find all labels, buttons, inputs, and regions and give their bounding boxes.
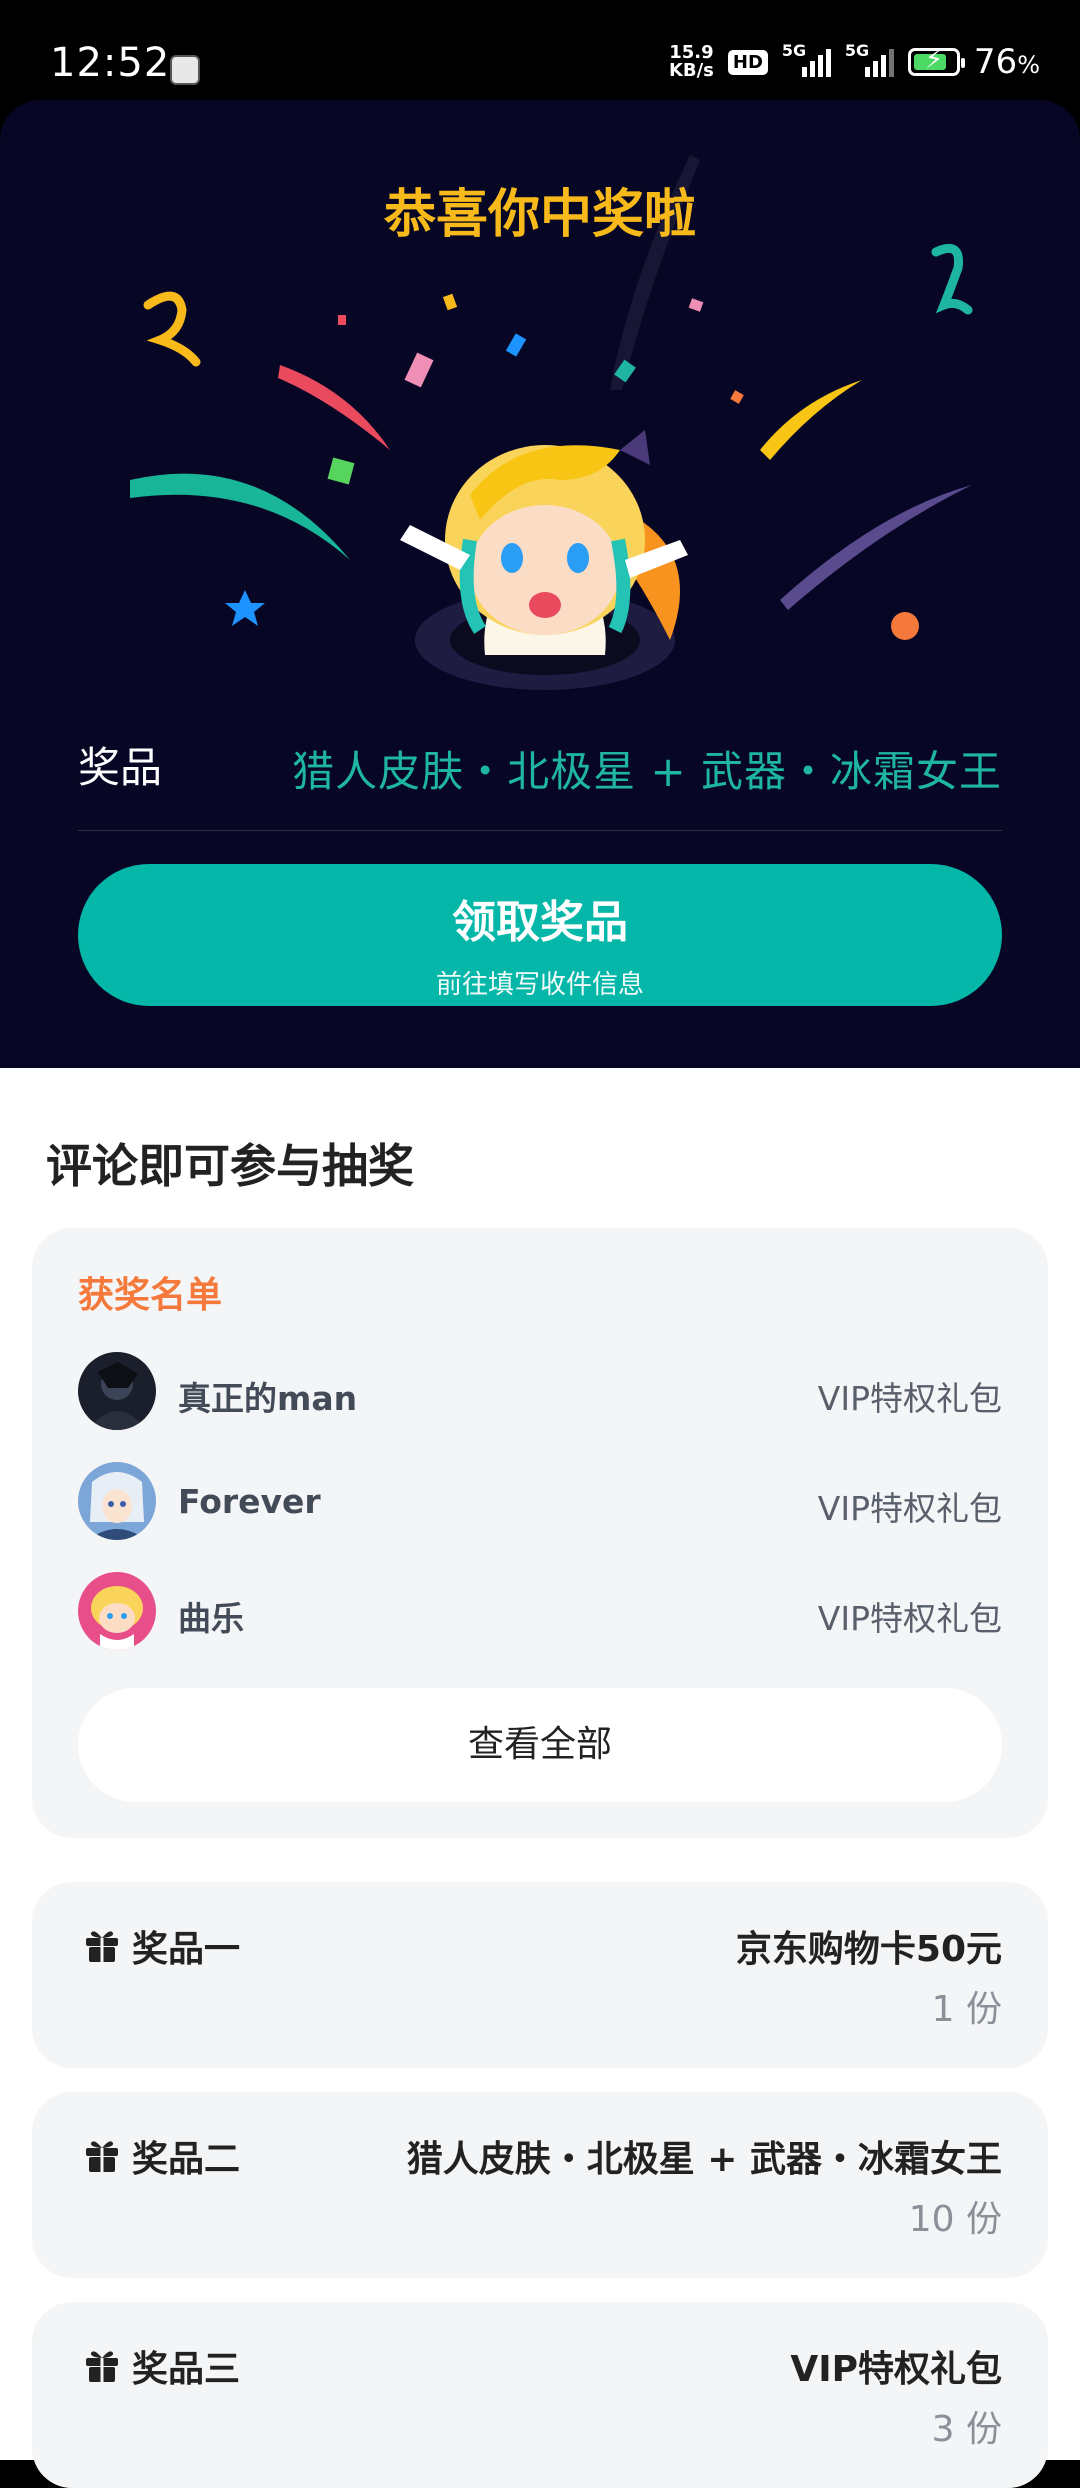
winner-prize: VIP特权礼包 (817, 1379, 1002, 1418)
status-time: 12:52 (50, 40, 171, 86)
hd-voice-icon: HD (727, 49, 768, 75)
app-notification-icon (170, 55, 200, 85)
win-title: 恭喜你中奖啦 (383, 185, 696, 245)
battery-icon: ⚡ (907, 45, 965, 76)
winner-row[interactable]: 真正的man VIP特权礼包 (78, 1352, 1002, 1432)
claim-button-subtitle: 前往填写收件信息 (435, 970, 644, 1000)
lottery-content: 评论即可参与抽奖 获奖名单 真正的man VIP特权礼包 Forever VIP… (0, 1068, 1080, 2488)
winners-card: 获奖名单 真正的man VIP特权礼包 Forever VIP特权礼包 曲乐 V… (32, 1228, 1048, 1838)
won-prize-row: 奖品 猎人皮肤・北极星 + 武器・冰霜女王 (78, 720, 1002, 831)
status-indicators: 15.9 KB/s HD 5G 5G ⚡ 76% (668, 41, 1040, 82)
prize-card: 奖品二 猎人皮肤・北极星 + 武器・冰霜女王 10 份 (32, 2092, 1048, 2278)
win-hero-card: 恭喜你中奖啦 奖品 猎人皮肤・北极星 + 武器・冰霜女王 领取奖品 前往填写收件… (0, 100, 1080, 1070)
prize-card: 奖品三 VIP特权礼包 3 份 (32, 2302, 1048, 2488)
prize-name: 奖品一 (132, 1929, 241, 1970)
winner-prize: VIP特权礼包 (817, 1599, 1002, 1638)
prize-item: 京东购物卡50元 (735, 1929, 1002, 1970)
avatar (78, 1352, 156, 1430)
prize-quantity: 1 份 (931, 1989, 1002, 2030)
prize-name: 奖品三 (132, 2349, 241, 2390)
status-bar: 12:52 15.9 KB/s HD 5G 5G ⚡ 76% (0, 0, 1080, 100)
winners-title: 获奖名单 (78, 1275, 223, 1316)
claim-button-label: 领取奖品 (452, 897, 628, 948)
battery-percent: 76% (973, 42, 1040, 82)
prize-name: 奖品二 (132, 2139, 241, 2180)
prize-card: 奖品一 京东购物卡50元 1 份 (32, 1882, 1048, 2068)
avatar (78, 1462, 156, 1540)
prize-item: VIP特权礼包 (790, 2349, 1002, 2390)
prize-value: 猎人皮肤・北极星 + 武器・冰霜女王 (292, 747, 1002, 796)
network-speed: 15.9 KB/s (668, 42, 714, 81)
winner-prize: VIP特权礼包 (817, 1489, 1002, 1528)
view-all-button[interactable]: 查看全部 (78, 1688, 1002, 1802)
prize-item: 猎人皮肤・北极星 + 武器・冰霜女王 (406, 2139, 1002, 2180)
avatar (78, 1572, 156, 1650)
winner-name: 真正的man (178, 1379, 358, 1418)
prize-quantity: 10 份 (908, 2199, 1002, 2240)
gift-icon (86, 1931, 118, 1962)
claim-prize-button[interactable]: 领取奖品 前往填写收件信息 (78, 864, 1002, 1006)
signal-icon: 5G (782, 41, 831, 77)
gift-icon (86, 2351, 118, 2382)
section-title: 评论即可参与抽奖 (46, 1139, 414, 1193)
winner-name: 曲乐 (178, 1599, 244, 1638)
prize-quantity: 3 份 (931, 2409, 1002, 2450)
winner-row[interactable]: Forever VIP特权礼包 (78, 1462, 1002, 1542)
gift-icon (86, 2141, 118, 2172)
prize-label: 奖品 (78, 743, 163, 792)
signal-icon-2: 5G (845, 41, 894, 77)
winner-row[interactable]: 曲乐 VIP特权礼包 (78, 1572, 1002, 1652)
winner-name: Forever (178, 1482, 321, 1521)
